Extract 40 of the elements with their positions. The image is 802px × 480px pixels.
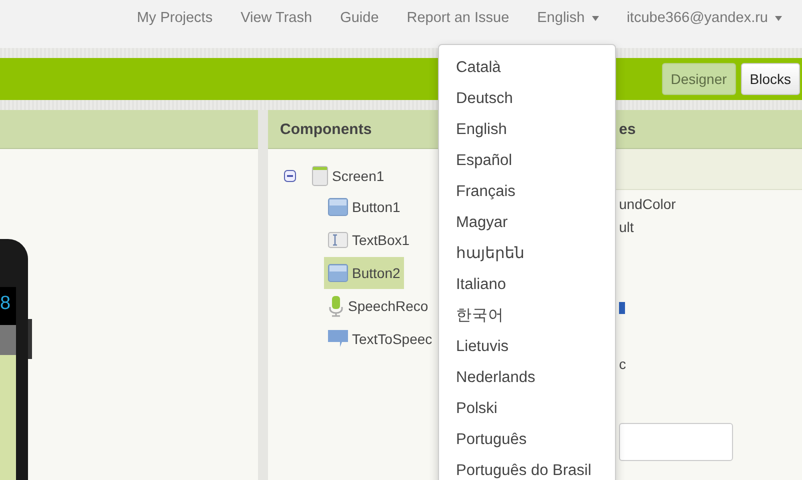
property-label: undColor — [619, 196, 677, 214]
menu-item[interactable]: Português do Brasil — [439, 455, 615, 480]
nav-link[interactable]: Guide — [326, 10, 393, 26]
menu-item[interactable]: Italiano — [439, 269, 615, 300]
nav-link[interactable]: My Projects — [122, 10, 227, 26]
menu-item[interactable]: Polski — [439, 393, 615, 424]
caret-icon — [592, 16, 599, 20]
menu-item[interactable]: Nederlands — [439, 362, 615, 393]
text-box-icon — [328, 232, 348, 248]
tree-item[interactable]: TextToSpeec — [324, 322, 436, 354]
menu-item[interactable]: Português — [439, 424, 615, 455]
collapse-icon[interactable] — [284, 170, 296, 182]
speech-bubble-icon — [328, 330, 348, 348]
tree-item[interactable]: TextBox1 — [324, 224, 414, 256]
account-dropdown[interactable]: itcube366@yandex.ru — [612, 10, 796, 26]
color-swatch-icon — [619, 302, 625, 314]
nav-link[interactable]: Report an Issue — [392, 10, 524, 26]
caret-icon — [775, 16, 782, 20]
menu-item[interactable]: Français — [439, 176, 615, 207]
menu-item[interactable]: հայերեն — [439, 238, 615, 269]
property-input-field[interactable] — [619, 423, 733, 461]
screen-icon — [312, 166, 328, 186]
property-label: ult — [619, 219, 635, 237]
mode-button[interactable]: Designer — [662, 63, 736, 95]
property-label: c — [619, 356, 627, 374]
tree-item[interactable]: SpeechReco — [324, 290, 432, 322]
menu-item[interactable]: Lietuvis — [439, 331, 615, 362]
tree-item[interactable]: Button1 — [324, 190, 404, 222]
menu-item[interactable]: 한국어 — [439, 300, 615, 331]
button-icon — [328, 262, 348, 282]
menu-item[interactable]: Català — [439, 52, 615, 83]
nav-link[interactable]: View Trash — [226, 10, 326, 26]
tree-item[interactable]: Button2 — [324, 256, 404, 288]
language-dropdown[interactable]: English — [523, 10, 613, 26]
menu-item[interactable]: Magyar — [439, 207, 615, 238]
button-icon — [328, 196, 348, 216]
tree-item[interactable]: Screen1 — [308, 160, 388, 192]
mode-button[interactable]: Blocks — [740, 63, 800, 95]
clock-text: 8 — [0, 293, 11, 315]
microphone-icon — [328, 294, 344, 316]
